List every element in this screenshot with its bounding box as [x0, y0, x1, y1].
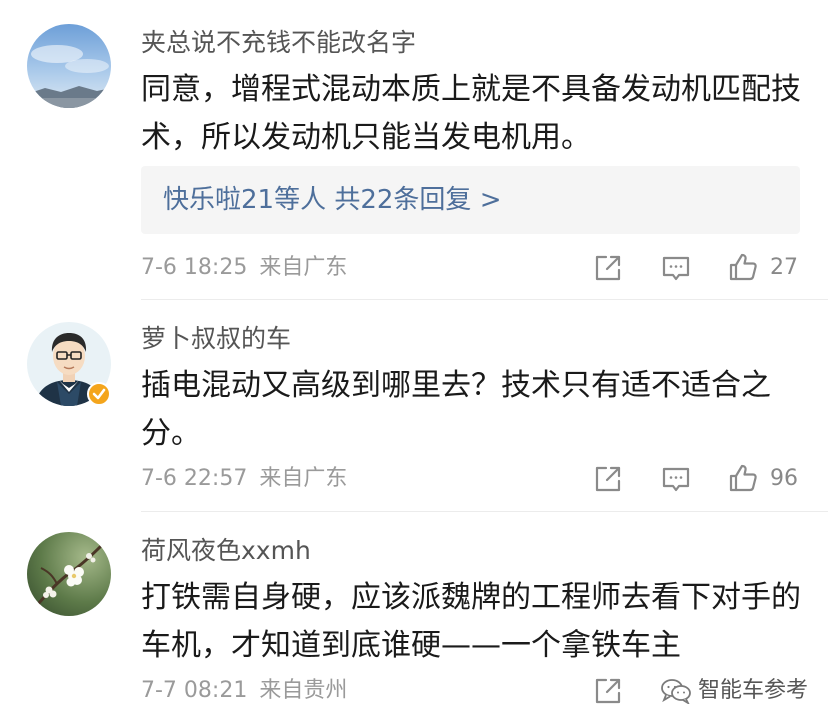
comment-meta: 7-6 18:25 来自广东 — [141, 253, 347, 283]
comment-time: 7-6 18:25 — [141, 255, 248, 280]
comment-meta: 7-7 08:21 来自贵州 — [141, 676, 347, 706]
like-count: 96 — [770, 466, 798, 491]
comment-list: 夹总说不充钱不能改名字 同意，增程式混动本质上就是不具备发动机匹配技术，所以发动… — [0, 0, 828, 726]
comment-meta: 7-6 22:57 来自广东 — [141, 464, 347, 494]
replies-link[interactable]: 快乐啦21等人 共22条回复 > — [163, 166, 501, 234]
share-icon[interactable] — [592, 252, 624, 284]
share-icon[interactable] — [592, 463, 624, 495]
username[interactable]: 荷风夜色xxmh — [141, 534, 311, 568]
share-icon[interactable] — [592, 675, 624, 707]
username[interactable]: 夹总说不充钱不能改名字 — [141, 26, 416, 60]
comment-location: 来自广东 — [259, 255, 348, 280]
thumbs-up-icon[interactable] — [727, 251, 759, 283]
thumbs-up-icon[interactable] — [727, 462, 759, 494]
comment-location: 来自广东 — [259, 466, 348, 491]
replies-summary[interactable]: 快乐啦21等人 共22条回复 > — [141, 166, 800, 234]
avatar[interactable] — [27, 24, 111, 108]
comment-location: 来自贵州 — [259, 678, 348, 703]
comment-text: 插电混动又高级到哪里去？技术只有适不适合之分。 — [141, 368, 771, 451]
verified-badge-icon — [87, 382, 111, 406]
username[interactable]: 萝卜叔叔的车 — [141, 322, 291, 356]
comment-icon[interactable] — [660, 463, 692, 495]
comment-text: 同意，增程式混动本质上就是不具备发动机匹配技术，所以发动机只能当发电机用。 — [141, 72, 801, 155]
comment-item: 夹总说不充钱不能改名字 同意，增程式混动本质上就是不具备发动机匹配技术，所以发动… — [0, 0, 828, 300]
comment-time: 7-6 22:57 — [141, 466, 248, 491]
like-count: 27 — [770, 255, 798, 280]
comment-icon[interactable] — [660, 252, 692, 284]
avatar[interactable] — [27, 532, 111, 616]
wechat-icon — [660, 678, 692, 706]
comment-text: 打铁需自身硬，应该派魏牌的工程师去看下对手的车机，才知道到底谁硬——一个拿铁车主 — [141, 580, 801, 663]
comment-time: 7-7 08:21 — [141, 678, 248, 703]
watermark-text: 智能车参考 — [698, 678, 809, 703]
comment-item: 萝卜叔叔的车 插电混动又高级到哪里去？技术只有适不适合之分。 7-6 22:57… — [0, 300, 828, 512]
